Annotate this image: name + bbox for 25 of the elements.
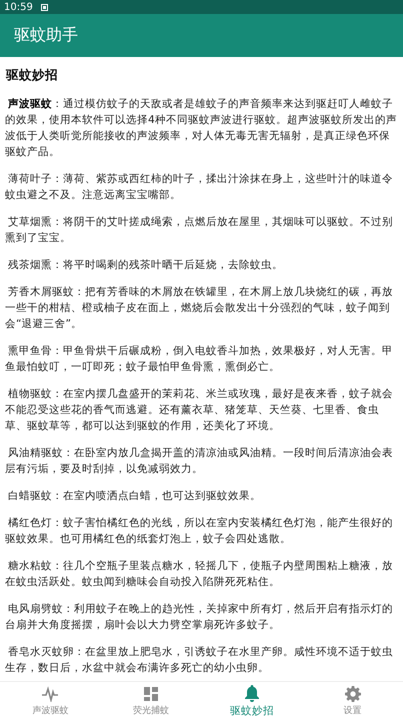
tip-paragraph: 香皂水灭蚊卵：在盆里放上肥皂水，引诱蚊子在水里产卵。咸性环境不适于蚊虫生存，数日后，水盆中就会布满许多死亡的幼小虫卵。 <box>5 644 394 676</box>
section-title: 驱蚊妙招 <box>6 67 59 84</box>
notification-icon <box>40 4 48 10</box>
tip-paragraph: 残茶烟熏：将平时喝剩的残茶叶晒干后延烧，去除蚊虫。 <box>7 257 284 273</box>
nav-tab[interactable]: 驱蚊妙招 <box>202 682 302 720</box>
bell-icon <box>244 684 260 702</box>
status-time: 10:59 <box>4 2 33 12</box>
tip-paragraph: 电风扇劈蚊：利用蚊子在晚上的趋光性，关掉家中所有灯，然后开启有指示灯的台扇并大角度摇摆，扇叶会以大力劈空掌扇死许多蚊子。 <box>5 601 394 633</box>
settings-icon <box>344 686 361 702</box>
nav-tab[interactable]: 设置 <box>302 682 403 720</box>
tip-paragraph: 糖水粘蚊：往几个空瓶子里装点糖水，轻摇几下，使瓶子内壁周围粘上糖液，放在蚊虫活跃处。蚊虫闻到糖味会自动投入陷阱死死粘住。 <box>5 558 394 590</box>
tip-paragraph: 薄荷叶子：薄荷、紫苏或西红柿的叶子，揉出汁涂抹在身上，这些叶汁的味道令蚊虫避之不及。注意远离宝宝嘴部。 <box>5 171 394 203</box>
tip-paragraph: 艾草烟熏：将阴干的艾叶搓成绳索，点燃后放在屋里，其烟味可以驱蚊。不过别熏到了宝宝。 <box>5 214 394 246</box>
tip-paragraph: 熏甲鱼骨：甲鱼骨烘干后碾成粉，倒入电蚊香斗加热，效果极好，对人无害。甲鱼最怕蚊叮，一叮即死；蚊子最怕甲鱼骨熏，熏倒必亡。 <box>5 343 394 375</box>
tip-paragraph: 芳香木屑驱蚊：把有芳香味的木屑放在铁罐里，在木屑上放几块烧红的碳，再放一些干的柑桔、橙或柚子皮在面上，燃烧后会散发出十分强烈的气味，蚊子闻到会“退避三舍”。 <box>5 284 394 332</box>
tip-paragraph: 橘红色灯：蚊子害怕橘红色的光线，所以在室内安装橘红色灯泡，能产生很好的驱蚊效果。也可用橘红色的纸套灯泡上，蚊子会四处逃散。 <box>5 515 394 547</box>
app-title: 驱蚊助手 <box>14 25 78 46</box>
dashboard-icon <box>143 686 160 702</box>
nav-tab[interactable]: 荧光捕蚊 <box>100 682 202 720</box>
nav-tab[interactable]: 声波驱蚊 <box>0 682 101 720</box>
tip-paragraph: 植物驱蚊：在室内摆几盘盛开的茉莉花、米兰或玫瑰，最好是夜来香，蚊子就会不能忍受这些花的香气而逃避。还有薰衣草、猪笼草、天竺葵、七里香、食虫草、驱蚊草等，都可以达到驱蚊的作用，还美化了环境。 <box>5 386 394 434</box>
tip-paragraph: 风油精驱蚊：在卧室内放几盒揭开盖的清凉油或风油精。一段时间后清凉油会表层有污垢，要及时刮掉，以免减弱效力。 <box>5 445 394 477</box>
tip-paragraph: 声波驱蚊：通过模仿蚊子的天敌或者是雄蚊子的声音频率来达到驱赶叮人雌蚊子的效果，使用本软件可以选择4种不同驱蚊声波进行驱蚊。超声波驱蚊所发出的声波低于人类听觉所能接收的声波频率，对人体无毒无害无辐射，是真正绿色环保驱蚊产品。 <box>5 96 398 160</box>
pulse-icon <box>41 686 60 702</box>
tip-paragraph: 白蜡驱蚊：在室内喷洒点白蜡，也可达到驱蚊效果。 <box>7 488 262 504</box>
